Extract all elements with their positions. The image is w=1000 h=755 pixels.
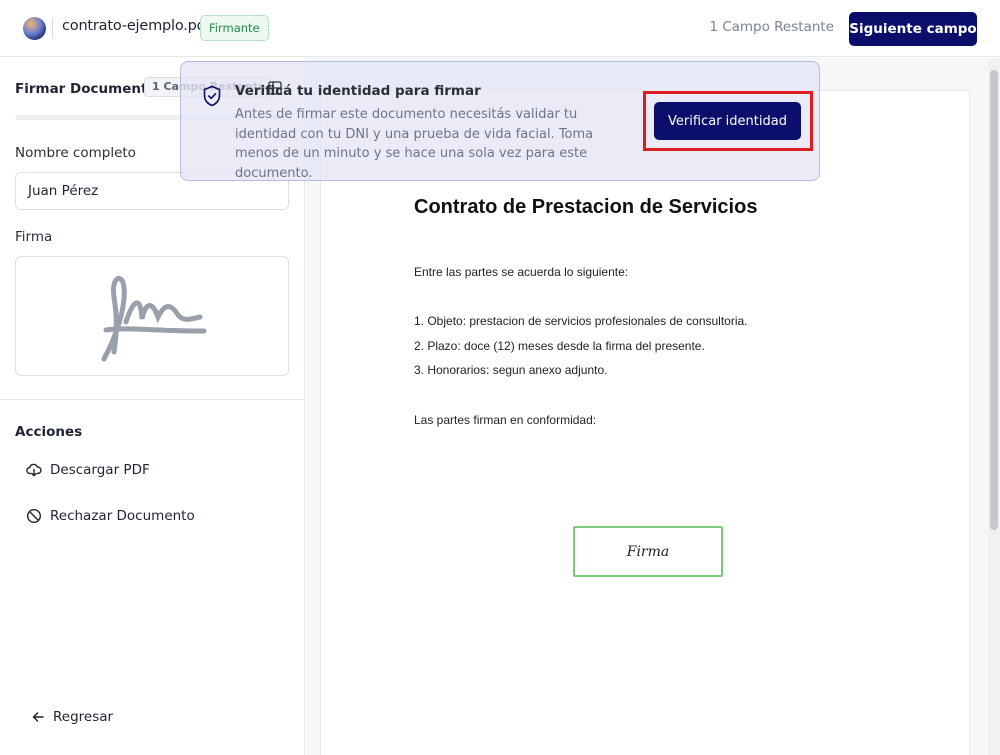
signature-label: Firma [15,229,53,245]
ban-icon [26,508,42,524]
clause-3: 3. Honorarios: segun anexo adjunto. [414,363,608,377]
verification-title: Verificá tu identidad para firmar [235,83,481,99]
signature-drawing [101,275,207,362]
reject-document-label: Rechazar Documento [50,508,195,524]
document-intro: Entre las partes se acuerda lo siguiente… [414,265,629,279]
top-bar: contrato-ejemplo.pdf Firmante 1 Campo Re… [0,0,1000,57]
document-filename: contrato-ejemplo.pdf [62,18,211,34]
document-page: Contrato de Prestacion de Servicios Entr… [320,90,970,755]
document-closing: Las partes firman en conformidad: [414,413,597,427]
clause-1: 1. Objeto: prestacion de servicios profe… [414,314,748,328]
download-pdf-label: Descargar PDF [50,462,150,478]
verification-description: Antes de firmar este documento necesitás… [235,107,594,181]
document-title: Contrato de Prestacion de Servicios [414,196,758,218]
actions-title: Acciones [15,424,83,440]
clause-2: 2. Plazo: doce (12) meses desde la firma… [414,339,705,353]
verify-identity-button[interactable]: Verificar identidad [654,102,801,140]
download-pdf-action[interactable]: Descargar PDF [26,459,150,481]
sidebar-title: Firmar Documento [15,81,157,97]
scrollbar[interactable] [988,58,1000,755]
app-logo [23,17,46,40]
arrow-left-icon [31,710,45,724]
header-divider [52,18,53,39]
next-field-button[interactable]: Siguiente campo [849,12,977,46]
role-badge: Firmante [200,15,269,41]
back-label: Regresar [53,709,114,725]
signature-field[interactable]: Firma [573,526,723,577]
remaining-fields-text: 1 Campo Restante [709,19,834,35]
identity-verification-banner: Verificá tu identidad para firmar Antes … [180,61,820,181]
back-button[interactable]: Regresar [31,709,113,725]
shield-check-icon [202,85,222,111]
cloud-download-icon [26,462,42,478]
sidebar-divider [0,399,304,400]
reject-document-action[interactable]: Rechazar Documento [26,505,195,527]
signature-pad[interactable] [15,256,289,376]
scrollbar-thumb[interactable] [990,70,998,530]
name-label: Nombre completo [15,145,136,161]
